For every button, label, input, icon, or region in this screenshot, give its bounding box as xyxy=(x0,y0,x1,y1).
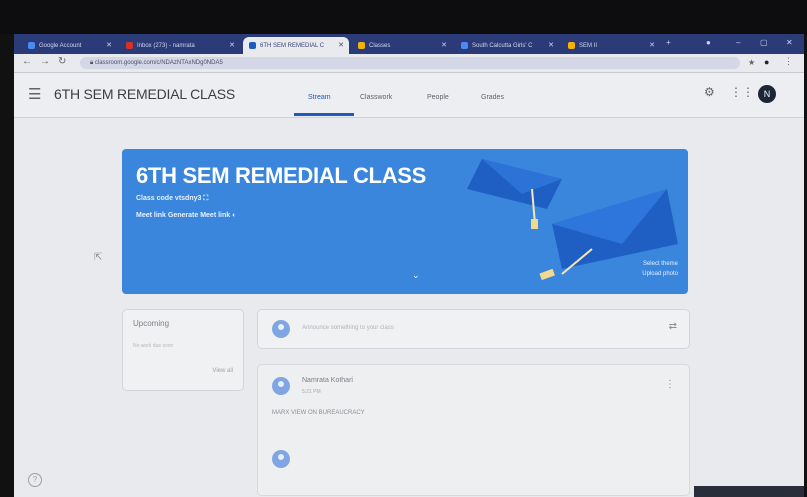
class-code-label: Class code xyxy=(136,195,173,202)
tab-label: South Calcutta Girls' C xyxy=(472,42,533,49)
close-icon[interactable]: ✕ xyxy=(106,41,112,49)
tab-classwork[interactable]: Classwork xyxy=(360,94,392,101)
maximize-icon[interactable]: ▢ xyxy=(760,38,768,47)
tab-grades[interactable]: Grades xyxy=(481,94,504,101)
reload-icon[interactable]: ↻ xyxy=(58,56,66,67)
class-title[interactable]: 6TH SEM REMEDIAL CLASS xyxy=(54,86,235,102)
tab-label: Classes xyxy=(369,42,391,49)
announce-placeholder: Announce something to your class xyxy=(302,325,394,331)
classroom-header: ☰ 6TH SEM REMEDIAL CLASS Stream Classwor… xyxy=(14,73,804,118)
window-close-icon[interactable]: ✕ xyxy=(786,38,793,47)
view-all-link[interactable]: View all xyxy=(212,368,233,374)
tab-people[interactable]: People xyxy=(427,94,449,101)
class-code-row: Class code vtsdny3 ⛶ xyxy=(136,195,208,203)
repost-icon[interactable]: ⇄ xyxy=(669,321,677,332)
tab-stream[interactable]: Stream xyxy=(308,94,331,101)
google-favicon-icon xyxy=(28,42,35,49)
hamburger-menu-icon[interactable]: ☰ xyxy=(28,85,41,103)
user-avatar-icon xyxy=(272,377,290,395)
bookmark-star-icon[interactable]: ★ xyxy=(748,58,755,67)
classroom-favicon-icon xyxy=(358,42,365,49)
browser-tab-inbox[interactable]: Inbox (273) - namrata ✕ xyxy=(120,37,240,54)
close-icon[interactable]: ✕ xyxy=(441,41,447,49)
back-icon[interactable]: ← xyxy=(22,56,32,67)
banner-title: 6TH SEM REMEDIAL CLASS xyxy=(136,163,427,188)
close-icon[interactable]: ✕ xyxy=(649,41,655,49)
screen-bezel xyxy=(0,0,807,34)
browser-tab-google-account[interactable]: Google Account ✕ xyxy=(22,37,117,54)
post-time: 5:21 PM xyxy=(302,389,321,395)
tab-strip: Google Account ✕ Inbox (273) - namrata ✕… xyxy=(14,34,804,54)
url-field[interactable]: 🔒︎ classroom.google.com/c/NDAzNTAxNDg0ND… xyxy=(80,57,740,69)
post-body[interactable]: MARX VIEW ON BUREAUCRACY xyxy=(272,410,365,416)
upcoming-subtitle: No work due soon xyxy=(133,343,174,349)
tab-label: Google Account xyxy=(39,42,82,49)
browser-tab-classes[interactable]: Classes ✕ xyxy=(352,37,452,54)
class-code-value: vtsdny3 xyxy=(174,195,202,202)
forward-icon[interactable]: → xyxy=(40,56,50,67)
user-avatar-icon xyxy=(272,450,290,468)
class-banner: 6TH SEM REMEDIAL CLASS Class code vtsdny… xyxy=(122,149,688,294)
classroom-favicon-icon xyxy=(568,42,575,49)
classroom-favicon-icon xyxy=(249,42,256,49)
url-text: classroom.google.com/c/NDAzNTAxNDg0NDA5 xyxy=(94,60,223,66)
browser-tab-college[interactable]: South Calcutta Girls' C ✕ xyxy=(455,37,559,54)
tab-label: Inbox (273) - namrata xyxy=(137,42,195,49)
tab-label: SEM II xyxy=(579,42,598,49)
settings-gear-icon[interactable]: ⚙ xyxy=(704,85,715,99)
browser-tab-sem[interactable]: SEM II ✕ xyxy=(562,37,660,54)
select-theme-link[interactable]: Select theme xyxy=(643,261,678,267)
active-tab-indicator xyxy=(294,113,354,116)
browser-window: Google Account ✕ Inbox (273) - namrata ✕… xyxy=(14,34,804,497)
avatar[interactable]: N xyxy=(758,85,776,103)
mouse-cursor-icon: ⇱ xyxy=(94,252,103,263)
upload-photo-link[interactable]: Upload photo xyxy=(642,271,678,277)
new-tab-icon[interactable]: + xyxy=(666,38,671,47)
announce-box[interactable]: Announce something to your class ⇄ xyxy=(257,309,690,349)
toggle-icon[interactable]: ◐ xyxy=(232,212,236,219)
stream-post: Namrata Kothari 5:21 PM ⋮ MARX VIEW ON B… xyxy=(257,364,690,496)
fullscreen-icon[interactable]: ⛶ xyxy=(203,195,208,202)
tab-label: 6TH SEM REMEDIAL C xyxy=(260,42,325,49)
gmail-favicon-icon xyxy=(126,42,133,49)
page-favicon-icon xyxy=(461,42,468,49)
upcoming-card: Upcoming No work due soon View all xyxy=(122,309,244,391)
record-icon: ● xyxy=(706,38,711,47)
meet-link-label: Meet link xyxy=(136,212,166,219)
minimize-icon[interactable]: – xyxy=(736,38,740,47)
post-author: Namrata Kothari xyxy=(302,377,353,384)
user-avatar-icon xyxy=(272,320,290,338)
profile-icon[interactable]: ● xyxy=(764,57,769,67)
close-icon[interactable]: ✕ xyxy=(338,41,344,49)
help-icon[interactable]: ? xyxy=(28,473,42,487)
taskbar xyxy=(694,486,804,497)
apps-grid-icon[interactable]: ⋮⋮ xyxy=(730,85,754,99)
chevron-down-icon[interactable]: ⌄ xyxy=(412,270,420,281)
close-icon[interactable]: ✕ xyxy=(548,41,554,49)
browser-tab-classroom[interactable]: 6TH SEM REMEDIAL C ✕ xyxy=(243,37,349,54)
kebab-menu-icon[interactable]: ⋮ xyxy=(784,56,793,67)
generate-meet-link-button[interactable]: Generate Meet link xyxy=(168,212,230,219)
upcoming-title: Upcoming xyxy=(133,319,170,328)
meet-link-row: Meet link Generate Meet link ◐ xyxy=(136,212,236,219)
address-bar: ← → ↻ 🔒︎ classroom.google.com/c/NDAzNTAx… xyxy=(14,54,804,73)
close-icon[interactable]: ✕ xyxy=(229,41,235,49)
post-menu-icon[interactable]: ⋮ xyxy=(665,379,675,390)
